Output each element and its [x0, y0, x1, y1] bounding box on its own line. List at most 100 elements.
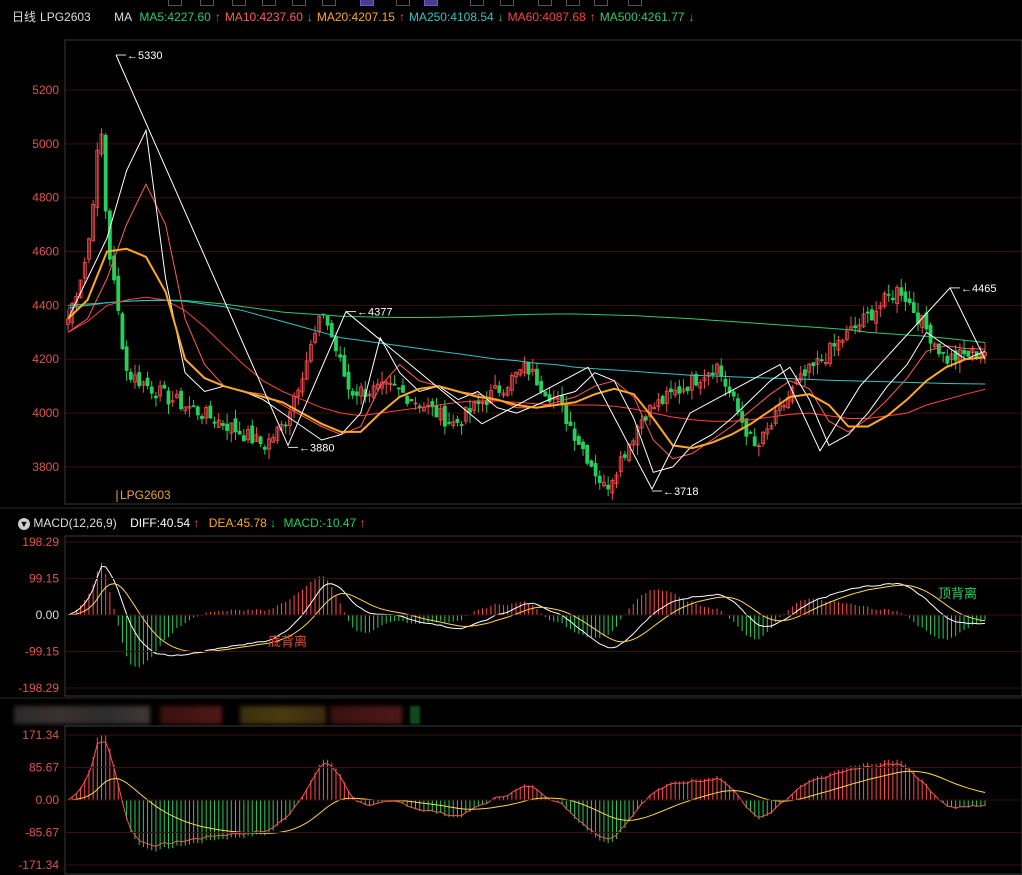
candle-body: [899, 287, 904, 296]
candle-body: [865, 311, 870, 314]
third-panel-legend-blurred-3: [240, 706, 326, 724]
candle-body: [355, 391, 359, 396]
macd-tick-label: 99.15: [29, 571, 59, 585]
candle-body: [731, 391, 736, 397]
price-tick-label: 4600: [32, 245, 59, 259]
candle-body: [149, 386, 154, 394]
candle-body: [660, 396, 665, 404]
candle-body: [543, 391, 548, 397]
candle-body: [350, 390, 355, 396]
price-tick-label: 5200: [32, 83, 59, 97]
candle-body: [225, 423, 230, 431]
price-tick-label: 4000: [32, 406, 59, 420]
ma500-line: [67, 299, 986, 343]
candle-body: [334, 336, 338, 352]
macd-tick-label: 198.29: [22, 535, 59, 549]
candle-body: [145, 377, 150, 387]
candle-body: [945, 355, 950, 364]
candle-body: [325, 315, 330, 326]
candle-body: [459, 424, 464, 426]
candle-body: [547, 394, 552, 402]
candle-body: [581, 441, 585, 450]
candle-body: [752, 436, 757, 447]
candle-body: [346, 372, 351, 390]
candle-body: [338, 354, 343, 358]
third-panel-legend-blurred: [14, 706, 150, 724]
candle-body: [103, 134, 108, 212]
candle-body: [870, 309, 874, 321]
price-tick-label: 3800: [32, 460, 59, 474]
candle-body: [434, 405, 439, 418]
candle-body: [195, 406, 200, 416]
candle-body: [539, 380, 544, 393]
peak-label: ←5330: [127, 50, 162, 62]
candle-body: [941, 351, 946, 354]
candle-body: [622, 454, 627, 458]
candle-body: [162, 384, 167, 389]
macd-value: MACD:-10.47: [283, 516, 357, 530]
third-panel-legend-blurred-2: [160, 706, 222, 724]
collapse-icon[interactable]: ▼: [18, 517, 30, 530]
candle-body: [526, 362, 531, 375]
bottom-divergence-label: 底背离: [268, 634, 307, 649]
high2-label: ←4377: [357, 307, 392, 319]
candle-body: [179, 390, 183, 410]
candle-body: [212, 421, 217, 424]
candle-body: [907, 298, 912, 304]
candle-body: [890, 297, 895, 301]
price-panel-frame: [64, 39, 1022, 505]
third-panel-tick-label: -85.67: [25, 826, 59, 840]
candle-body: [166, 390, 171, 405]
candle-body: [736, 398, 740, 412]
candle-body: [606, 484, 611, 490]
candle-body: [447, 421, 451, 424]
macd-dea-line: [67, 583, 986, 653]
macd-diff-line: [67, 565, 986, 657]
candle-body: [589, 460, 594, 467]
ma10-line: [67, 183, 986, 460]
candle-body: [233, 418, 238, 433]
candle-body: [564, 405, 569, 425]
candle-body: [191, 405, 196, 408]
low2-label: ←3718: [663, 486, 698, 498]
candle-body: [886, 293, 891, 296]
candle-body: [401, 385, 405, 393]
candle-body: [116, 275, 121, 311]
candle-body: [677, 386, 682, 394]
candle-body: [208, 405, 213, 419]
macd-title[interactable]: MACD(12,26,9): [33, 516, 116, 530]
candle-body: [128, 371, 133, 380]
contract-tag: LPG2603: [120, 488, 171, 502]
candle-body: [710, 372, 715, 376]
macd-panel-frame: [64, 535, 1022, 697]
candle-body: [124, 346, 129, 371]
chart-canvas[interactable]: 5200 5000 4800 4600 4400 4200 4000 3800 ←5330 ←3…: [0, 0, 1022, 875]
candle-body: [137, 372, 142, 387]
candle-body: [748, 432, 753, 434]
candle-body: [468, 408, 472, 413]
price-tick-label: 4800: [32, 191, 59, 205]
candle-body: [392, 383, 397, 386]
candle-body: [154, 395, 158, 399]
candle-body: [120, 313, 125, 349]
candle-body: [723, 378, 728, 387]
macd-tick-label: -99.15: [25, 645, 59, 659]
third-panel-legend-blurred-4: [330, 706, 402, 724]
candle-body: [819, 359, 824, 362]
diff-arrow-icon: ↑: [193, 516, 200, 530]
candle-body: [911, 302, 916, 314]
candle-body: [811, 362, 816, 367]
candle-body: [283, 424, 288, 427]
third-panel-tick-label: 171.34: [22, 728, 59, 742]
macd-tick-label: 0.00: [36, 608, 60, 622]
zigzag-line: [115, 54, 986, 491]
candle-body: [221, 423, 225, 426]
candle-body: [455, 418, 460, 423]
candle-body: [200, 416, 204, 419]
macd-arrow-icon: ↑: [359, 516, 366, 530]
candle-body: [966, 350, 971, 357]
candle-body: [853, 325, 858, 329]
macd-tick-label: -198.29: [18, 681, 59, 695]
candle-body: [685, 386, 690, 392]
candle-body: [442, 405, 447, 427]
